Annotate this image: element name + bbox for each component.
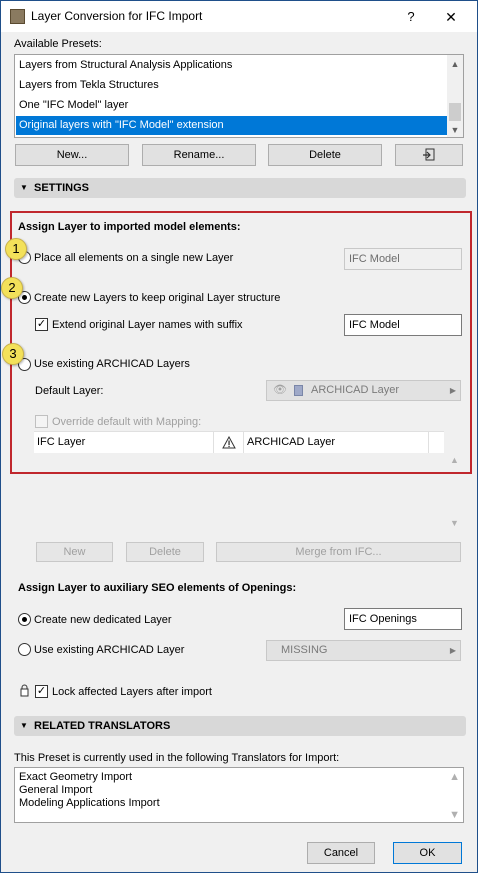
import-preset-button[interactable]	[395, 144, 463, 166]
override-mapping-checkbox[interactable]	[35, 415, 48, 428]
preset-item[interactable]: Layers from Structural Analysis Applicat…	[16, 56, 448, 75]
override-mapping-label: Override default with Mapping:	[52, 416, 202, 428]
suffix-field[interactable]: IFC Model	[344, 314, 462, 336]
default-layer-popup[interactable]: 👁 ARCHICAD Layer ▶	[266, 380, 461, 401]
mapping-new-button[interactable]: New	[36, 542, 113, 562]
scroll-down-icon[interactable]: ▼	[450, 125, 460, 135]
translators-scroll-up-icon[interactable]: ▲	[449, 771, 460, 784]
presets-scrollbar[interactable]: ▲ ▼	[447, 55, 463, 137]
settings-section-header[interactable]: ▼ SETTINGS	[14, 178, 466, 198]
help-button[interactable]: ?	[401, 7, 421, 27]
popup-arrow-icon: ▶	[449, 646, 456, 655]
title-bar: Layer Conversion for IFC Import ? ✕	[1, 1, 477, 32]
presets-label: Available Presets:	[14, 38, 102, 50]
scrollbar-thumb[interactable]	[449, 103, 461, 121]
new-preset-button[interactable]: New...	[15, 144, 129, 166]
translators-scroll-down-icon[interactable]: ▼	[449, 809, 460, 822]
delete-preset-button[interactable]: Delete	[268, 144, 382, 166]
seo-existing-layer-label: Use existing ARCHICAD Layer	[34, 644, 185, 656]
single-layer-name-field[interactable]: IFC Model	[344, 248, 462, 270]
column-header-ifc-layer[interactable]: IFC Layer	[34, 432, 214, 453]
dialog-window: Layer Conversion for IFC Import ? ✕ Avai…	[0, 0, 478, 873]
warning-icon	[214, 432, 244, 453]
seo-new-layer-radio[interactable]	[18, 613, 31, 626]
scroll-up-icon[interactable]: ▲	[450, 59, 460, 69]
extend-suffix-label: Extend original Layer names with suffix	[52, 319, 243, 331]
layer-icon	[294, 385, 303, 396]
archicad-app-icon	[10, 9, 25, 24]
import-icon	[423, 148, 435, 161]
translator-item: Modeling Applications Import	[19, 797, 160, 809]
ok-button[interactable]: OK	[393, 842, 462, 864]
preset-item[interactable]: Layers from Tekla Structures	[16, 76, 448, 95]
step-badge-1: 1	[5, 238, 27, 260]
mapping-scroll-down-icon[interactable]: ▼	[450, 518, 459, 528]
default-layer-label: Default Layer:	[35, 385, 104, 397]
seo-existing-layer-radio[interactable]	[18, 643, 31, 656]
step-badge-3: 3	[2, 343, 24, 365]
translators-header-label: RELATED TRANSLATORS	[34, 720, 171, 732]
collapse-triangle-icon: ▼	[20, 183, 28, 192]
eye-icon: 👁	[273, 384, 287, 396]
mapping-table[interactable]: IFC Layer ARCHICAD Layer	[34, 431, 444, 453]
presets-list[interactable]: Layers from Structural Analysis Applicat…	[14, 54, 464, 138]
seo-heading: Assign Layer to auxiliary SEO elements o…	[18, 582, 297, 594]
original-structure-label: Create new Layers to keep original Layer…	[34, 292, 281, 304]
cancel-button[interactable]: Cancel	[307, 842, 375, 864]
translators-list[interactable]: Exact Geometry Import General Import Mod…	[14, 767, 464, 823]
seo-new-layer-label: Create new dedicated Layer	[34, 614, 172, 626]
preset-item[interactable]: One "IFC Model" layer	[16, 96, 448, 115]
seo-layer-name-field[interactable]: IFC Openings	[344, 608, 462, 630]
close-button[interactable]: ✕	[441, 7, 461, 27]
lock-layers-label: Lock affected Layers after import	[52, 686, 212, 698]
translators-section-header[interactable]: ▼ RELATED TRANSLATORS	[14, 716, 466, 736]
step-badge-2: 2	[1, 277, 23, 299]
lock-icon	[20, 684, 29, 700]
preset-item-selected[interactable]: Original layers with "IFC Model" extensi…	[16, 116, 448, 135]
extend-suffix-checkbox[interactable]: ✓	[35, 318, 48, 331]
popup-arrow-icon: ▶	[449, 386, 456, 395]
settings-header-label: SETTINGS	[34, 182, 90, 194]
translators-description: This Preset is currently used in the fol…	[14, 752, 340, 764]
seo-layer-popup[interactable]: MISSING ▶	[266, 640, 461, 661]
default-layer-value: ARCHICAD Layer	[311, 384, 400, 396]
mapping-delete-button[interactable]: Delete	[126, 542, 204, 562]
translator-item: General Import	[19, 784, 93, 796]
collapse-triangle-icon: ▼	[20, 721, 28, 730]
rename-preset-button[interactable]: Rename...	[142, 144, 256, 166]
window-title: Layer Conversion for IFC Import	[31, 9, 203, 23]
translator-item: Exact Geometry Import	[19, 771, 133, 783]
column-header-archicad-layer[interactable]: ARCHICAD Layer	[244, 432, 429, 453]
lock-layers-checkbox[interactable]: ✓	[35, 685, 48, 698]
existing-layers-label: Use existing ARCHICAD Layers	[34, 358, 190, 370]
assign-layer-heading: Assign Layer to imported model elements:	[18, 221, 241, 233]
single-layer-label: Place all elements on a single new Layer	[34, 252, 234, 264]
mapping-scroll-up-icon[interactable]: ▲	[450, 455, 459, 465]
merge-from-ifc-button[interactable]: Merge from IFC...	[216, 542, 461, 562]
seo-layer-popup-value: MISSING	[281, 644, 328, 656]
